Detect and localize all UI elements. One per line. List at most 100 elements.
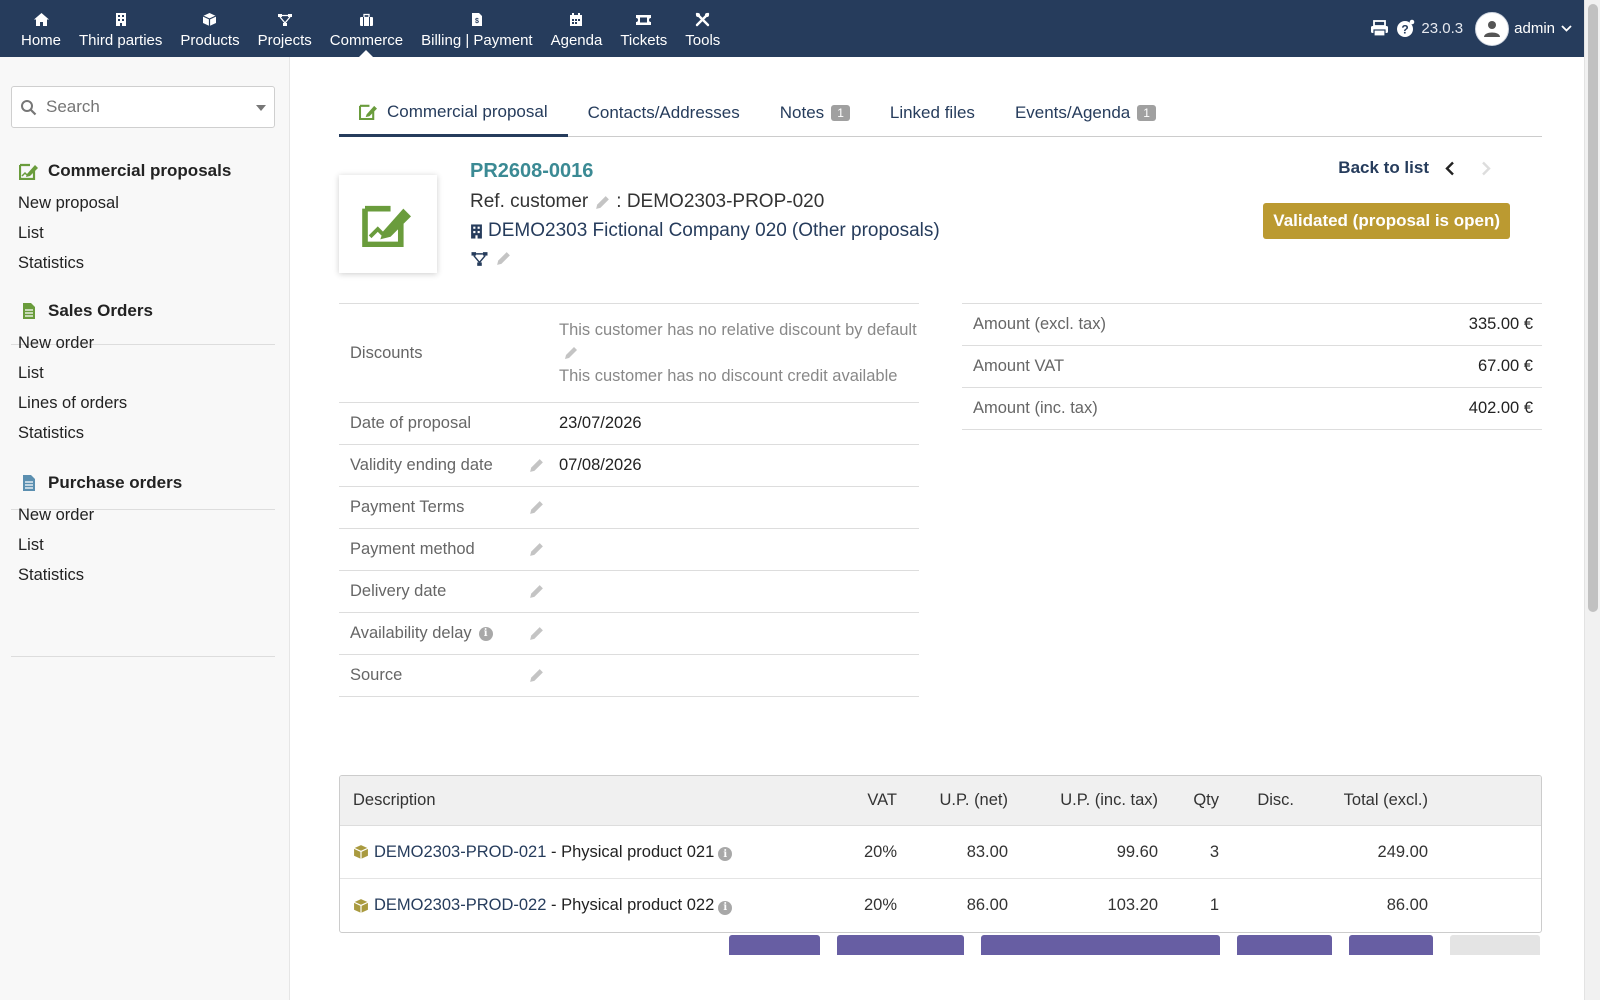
- table-row[interactable]: DEMO2303-PROD-021 - Physical product 021…: [340, 826, 1541, 879]
- search-dropdown-caret-icon[interactable]: [256, 105, 266, 111]
- info-icon[interactable]: i: [718, 900, 733, 915]
- menu-title-sales-orders[interactable]: Sales Orders: [11, 296, 275, 326]
- line-total: 86.00: [1386, 896, 1428, 914]
- edit-discount-icon[interactable]: [563, 345, 579, 361]
- menu-title-proposals[interactable]: Commercial proposals: [11, 156, 275, 186]
- menu-link-new-order[interactable]: New order: [11, 328, 275, 358]
- menu-link-proposals-statistics[interactable]: Statistics: [11, 248, 275, 278]
- back-to-list-link[interactable]: Back to list: [1338, 158, 1429, 178]
- main-content: Commercial proposal Contacts/Addresses N…: [290, 57, 1584, 1000]
- topnav-billing[interactable]: $ Billing | Payment: [412, 0, 541, 57]
- topnav-tools[interactable]: Tools: [676, 0, 729, 57]
- tab-notes[interactable]: Notes 1: [760, 89, 870, 137]
- menu-title-purchase-orders-label: Purchase orders: [48, 473, 183, 492]
- proposal-icon: [359, 103, 378, 120]
- edit-validity-icon[interactable]: [514, 457, 559, 474]
- menu-link-orders-statistics[interactable]: Statistics: [11, 418, 275, 448]
- date-value: 23/07/2026: [559, 414, 642, 432]
- proposal-fields-table: Discounts This customer has no relative …: [339, 303, 919, 697]
- menu-link-new-purchase-order[interactable]: New order: [11, 500, 275, 530]
- action-button-5[interactable]: [1349, 935, 1433, 955]
- tab-contacts[interactable]: Contacts/Addresses: [568, 89, 760, 137]
- chevron-down-icon[interactable]: [1561, 25, 1572, 32]
- scrollbar-thumb[interactable]: [1588, 4, 1598, 612]
- validity-label: Validity ending date: [350, 456, 493, 474]
- edit-availability-icon[interactable]: [514, 625, 559, 642]
- record-tabs: Commercial proposal Contacts/Addresses N…: [339, 89, 1542, 137]
- proposal-large-icon: [362, 205, 411, 247]
- table-row[interactable]: DEMO2303-PROD-022 - Physical product 022…: [340, 879, 1541, 932]
- info-icon[interactable]: i: [478, 626, 493, 641]
- menu-link-purchase-statistics[interactable]: Statistics: [11, 560, 275, 590]
- ticket-icon: [635, 11, 653, 29]
- other-proposals-link[interactable]: Other proposals: [798, 220, 933, 242]
- help-icon[interactable]: ?: [1396, 19, 1415, 38]
- action-button-4[interactable]: [1237, 935, 1332, 955]
- field-row-validity: Validity ending date 07/08/2026: [339, 445, 919, 487]
- discount-relative-text: This customer has no relative discount b…: [559, 320, 917, 339]
- print-icon[interactable]: [1370, 20, 1389, 37]
- action-button-2[interactable]: [837, 935, 964, 955]
- page-scrollbar[interactable]: [1584, 0, 1600, 1000]
- field-row-payment-terms: Payment Terms: [339, 487, 919, 529]
- topnav-agenda[interactable]: Agenda: [542, 0, 612, 57]
- topnav-commerce-label: Commerce: [329, 31, 404, 49]
- menu-title-proposals-label: Commercial proposals: [48, 161, 232, 180]
- product-link[interactable]: DEMO2303-PROD-022: [374, 896, 546, 915]
- tab-events-agenda[interactable]: Events/Agenda 1: [995, 89, 1176, 137]
- topnav-home[interactable]: Home: [12, 0, 70, 57]
- topnav-third-parties[interactable]: Third parties: [70, 0, 171, 57]
- top-navigation-bar: Home Third parties Products Projects Com…: [0, 0, 1584, 57]
- edit-delivery-icon[interactable]: [514, 583, 559, 600]
- thirdparty-link[interactable]: DEMO2303 Fictional Company 020: [488, 220, 787, 242]
- calendar-icon: [567, 11, 585, 29]
- col-up-net: U.P. (net): [939, 791, 1008, 809]
- menu-link-lines-of-orders[interactable]: Lines of orders: [11, 388, 275, 418]
- menu-link-proposals-list[interactable]: List: [11, 218, 275, 248]
- search-input[interactable]: [46, 97, 246, 117]
- product-link[interactable]: DEMO2303-PROD-021: [374, 843, 546, 862]
- left-menu: Commercial proposals New proposal List S…: [0, 57, 290, 1000]
- invoice-icon: $: [468, 11, 486, 29]
- svg-text:?: ?: [1402, 23, 1409, 37]
- user-avatar[interactable]: [1475, 11, 1510, 46]
- tab-notes-label: Notes: [779, 103, 825, 122]
- topnav-tickets[interactable]: Tickets: [611, 0, 676, 57]
- edit-project-icon[interactable]: [495, 250, 512, 267]
- menu-link-new-proposal[interactable]: New proposal: [11, 188, 275, 218]
- menu-link-orders-list[interactable]: List: [11, 358, 275, 388]
- tab-commercial-proposal[interactable]: Commercial proposal: [339, 89, 568, 137]
- edit-source-icon[interactable]: [514, 667, 559, 684]
- topnav-billing-label: Billing | Payment: [421, 31, 533, 49]
- proposal-picture: [339, 175, 437, 273]
- topnav-commerce[interactable]: Commerce: [321, 0, 412, 57]
- line-up-net: 86.00: [966, 896, 1008, 914]
- product-icon: [353, 844, 369, 860]
- action-button-3[interactable]: [981, 935, 1220, 955]
- edit-payment-terms-icon[interactable]: [514, 499, 559, 516]
- ref-customer: Ref. customer : DEMO2303-PROP-020: [470, 191, 824, 213]
- tab-events-agenda-label: Events/Agenda: [1014, 103, 1131, 122]
- source-label: Source: [350, 666, 403, 684]
- topnav-products[interactable]: Products: [171, 0, 248, 57]
- menu-link-purchase-list[interactable]: List: [11, 530, 275, 560]
- line-description: DEMO2303-PROD-021 - Physical product 021…: [353, 843, 733, 862]
- amount-inc-value: 402.00 €: [1468, 399, 1533, 417]
- info-icon[interactable]: i: [718, 847, 733, 861]
- tools-icon: [694, 11, 712, 29]
- topnav-projects-label: Projects: [257, 31, 312, 49]
- validity-value: 07/08/2026: [559, 456, 642, 474]
- main-menu: Home Third parties Products Projects Com…: [12, 0, 729, 57]
- field-row-discounts: Discounts This customer has no relative …: [339, 304, 919, 403]
- search-box[interactable]: [11, 86, 275, 128]
- action-button-1[interactable]: [729, 935, 820, 955]
- tab-linked-files[interactable]: Linked files: [870, 89, 995, 137]
- topnav-projects[interactable]: Projects: [249, 0, 321, 57]
- edit-payment-method-icon[interactable]: [514, 541, 559, 558]
- field-row-source: Source: [339, 655, 919, 697]
- previous-record-icon[interactable]: [1442, 158, 1458, 178]
- notes-count-badge: 1: [831, 105, 850, 121]
- edit-ref-customer-icon[interactable]: [594, 194, 611, 211]
- menu-title-purchase-orders[interactable]: Purchase orders: [11, 468, 275, 498]
- user-name[interactable]: admin: [1514, 20, 1555, 37]
